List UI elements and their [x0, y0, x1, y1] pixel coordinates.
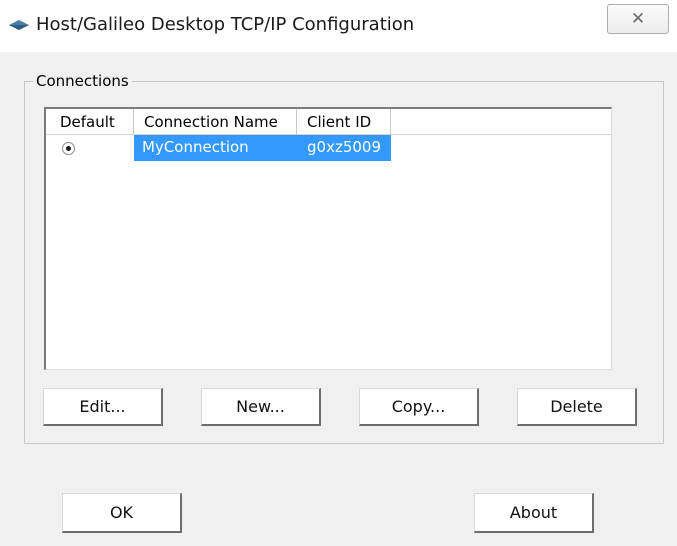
client-id-cell: g0xz5009 — [297, 135, 391, 161]
column-header-client-id[interactable]: Client ID — [297, 109, 391, 134]
list-header: Default Connection Name Client ID — [46, 109, 611, 135]
column-header-connection-name[interactable]: Connection Name — [134, 109, 297, 134]
connection-name-cell: MyConnection — [134, 135, 297, 161]
window-title: Host/Galileo Desktop TCP/IP Configuratio… — [36, 14, 415, 35]
close-icon: ✕ — [630, 9, 646, 29]
default-cell — [46, 135, 134, 161]
delete-button[interactable]: Delete — [517, 388, 637, 426]
connections-group-label: Connections — [33, 71, 132, 91]
new-button[interactable]: New... — [201, 388, 321, 426]
tcpip-config-window: Host/Galileo Desktop TCP/IP Configuratio… — [0, 0, 677, 546]
connections-list[interactable]: Default Connection Name Client ID MyConn… — [44, 107, 612, 370]
app-icon — [9, 20, 29, 30]
copy-button[interactable]: Copy... — [359, 388, 479, 426]
default-radio[interactable] — [62, 142, 75, 155]
ok-button[interactable]: OK — [62, 493, 182, 533]
about-button[interactable]: About — [474, 493, 594, 533]
table-row[interactable]: MyConnection g0xz5009 — [46, 135, 391, 161]
title-bar: Host/Galileo Desktop TCP/IP Configuratio… — [0, 0, 677, 52]
radio-selected-dot — [66, 146, 71, 151]
close-button[interactable]: ✕ — [607, 4, 669, 34]
edit-button[interactable]: Edit... — [43, 388, 163, 426]
column-header-default[interactable]: Default — [46, 109, 134, 134]
column-header-filler — [391, 109, 611, 134]
